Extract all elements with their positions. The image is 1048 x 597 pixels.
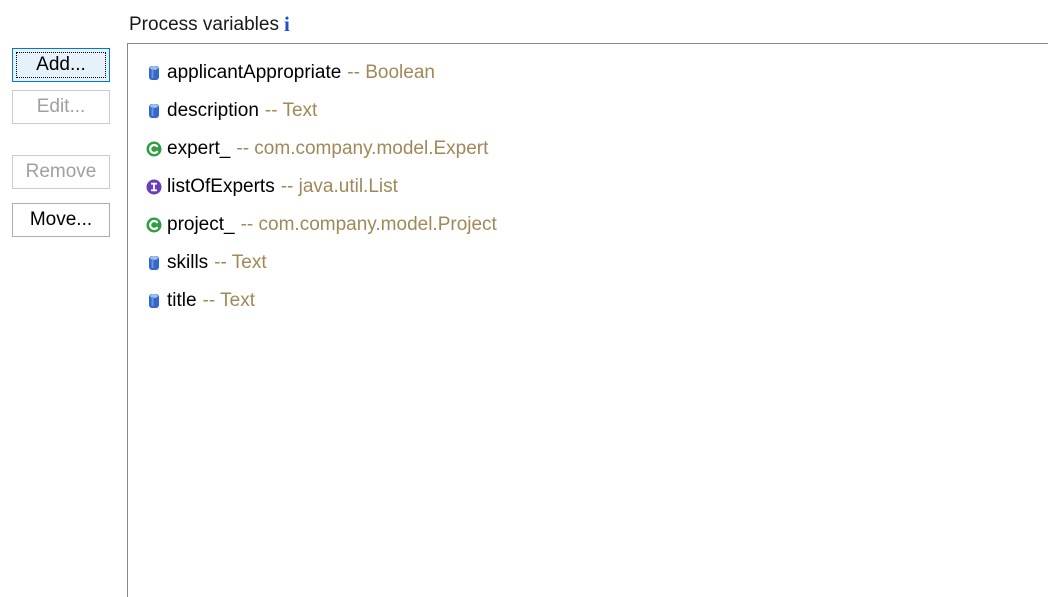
list-item[interactable]: expert_ -- com.company.model.Expert [145,130,497,168]
list-item[interactable]: title -- Text [145,282,497,320]
cylinder-icon [145,101,163,121]
variable-name: description [167,100,259,121]
variable-name: expert_ [167,138,231,159]
variable-name: skills [167,252,209,273]
cylinder-icon [145,253,163,273]
list-item[interactable]: listOfExperts -- java.util.List [145,168,497,206]
variable-name: title [167,290,197,311]
variable-name: project_ [167,214,235,235]
section-title: Process variables [129,14,279,35]
remove-button[interactable]: Remove [12,155,110,189]
info-icon[interactable]: i [284,13,290,35]
remove-button-label: Remove [25,161,97,182]
section-header: Process variables i [129,12,290,38]
variable-type: -- Text [264,100,318,121]
class-icon [145,139,163,159]
class-icon [145,215,163,235]
variable-type: -- Text [214,252,267,273]
list-item[interactable]: project_ -- com.company.model.Project [145,206,497,244]
process-variables-panel: Process variables i Add... Edit... Remov… [0,0,1048,597]
list-item[interactable]: applicantAppropriate -- Boolean [145,54,497,92]
add-button-label: Add... [36,54,86,75]
variable-type: -- java.util.List [280,176,398,197]
edit-button-label: Edit... [36,96,86,117]
variable-type: -- Boolean [347,62,435,83]
move-button[interactable]: Move... [12,203,110,237]
list-item[interactable]: description -- Text [145,92,497,130]
cylinder-icon [145,291,163,311]
cylinder-icon [145,63,163,83]
variables-list: applicantAppropriate -- Boolean descript… [145,54,497,320]
move-button-label: Move... [29,209,93,230]
add-button[interactable]: Add... [12,48,110,82]
edit-button[interactable]: Edit... [12,90,110,124]
variable-type: -- com.company.model.Project [240,214,497,235]
list-item[interactable]: skills -- Text [145,244,497,282]
variable-type: -- Text [202,290,256,311]
variables-list-box[interactable]: applicantAppropriate -- Boolean descript… [127,43,1048,597]
interface-icon [145,177,163,197]
variable-name: listOfExperts [167,176,275,197]
variable-type: -- com.company.model.Expert [236,138,489,159]
variable-name: applicantAppropriate [167,62,342,83]
